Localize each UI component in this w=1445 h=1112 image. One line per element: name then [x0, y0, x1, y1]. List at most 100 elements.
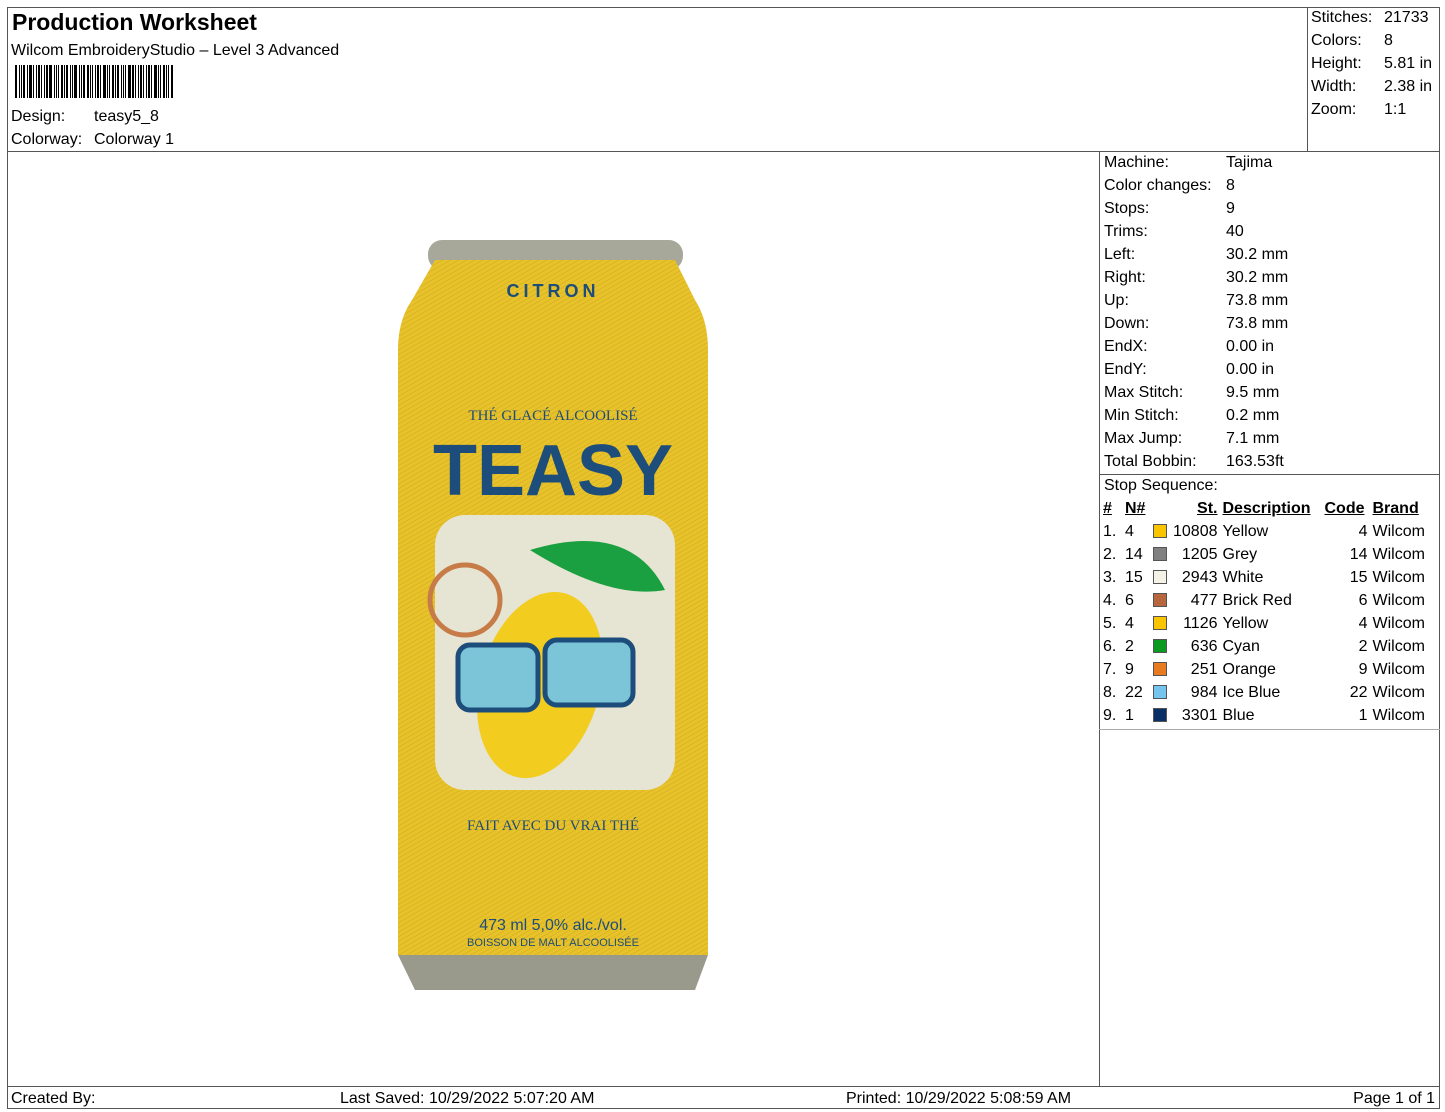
machine-info-row: Min Stitch: 0.2 mm — [1104, 404, 1288, 427]
row-brand: Wilcom — [1372, 683, 1425, 701]
row-needle: 2 — [1125, 637, 1134, 655]
footer-saved: Last Saved: 10/29/2022 5:07:20 AM — [340, 1090, 595, 1107]
table-row: 2. 14 1205 Grey 14 Wilcom — [1103, 543, 1435, 566]
row-num: 8. — [1103, 683, 1117, 701]
machine-info-label: Color changes: — [1104, 177, 1212, 194]
row-description: Grey — [1222, 545, 1258, 563]
machine-info-label: EndY: — [1104, 361, 1147, 378]
machine-info-label: Stops: — [1104, 200, 1150, 217]
machine-info-label: Total Bobbin: — [1104, 453, 1197, 470]
row-brand: Wilcom — [1372, 614, 1425, 632]
row-stitches: 477 — [1190, 591, 1218, 609]
row-needle: 4 — [1125, 522, 1134, 540]
art-citron: CITRON — [507, 281, 600, 301]
color-swatch — [1153, 707, 1167, 722]
art-arc-bottom: FAIT AVEC DU VRAI THÉ — [467, 817, 639, 834]
machine-info-value: 0.2 mm — [1226, 407, 1280, 424]
row-description: Blue — [1222, 706, 1255, 724]
color-swatch — [1153, 615, 1167, 630]
row-needle: 14 — [1125, 545, 1143, 563]
table-row: 1. 4 10808 Yellow 4 Wilcom — [1103, 520, 1435, 543]
summary-value: 1:1 — [1384, 101, 1407, 118]
row-needle: 6 — [1125, 591, 1134, 609]
machine-info-row: Down: 73.8 mm — [1104, 312, 1288, 335]
row-brand: Wilcom — [1372, 660, 1425, 678]
row-needle: 15 — [1125, 568, 1143, 586]
summary-block: Stitches: 21733 Colors: 8 Height: 5.81 in Widt… — [1311, 6, 1432, 121]
machine-info-value: 9.5 mm — [1226, 384, 1280, 401]
row-brand: Wilcom — [1372, 591, 1425, 609]
row-code: 4 — [1358, 522, 1368, 540]
row-num: 6. — [1103, 637, 1117, 655]
art-volume: 473 ml 5,0% alc./vol. — [479, 917, 627, 934]
color-swatch — [1153, 546, 1167, 561]
machine-info-value: 30.2 mm — [1226, 246, 1289, 263]
summary-row: Zoom: 1:1 — [1311, 98, 1432, 121]
can-bottom-rim — [398, 955, 708, 990]
summary-divider — [1307, 7, 1308, 151]
col-swatch — [1153, 497, 1173, 520]
row-code: 4 — [1358, 614, 1368, 632]
col-desc: Description — [1222, 499, 1311, 517]
machine-info-label: Max Stitch: — [1104, 384, 1184, 401]
colorway-value: Colorway 1 — [94, 131, 175, 148]
table-header: # N# St. Description Code Brand — [1103, 497, 1435, 520]
info-panel-divider — [1099, 151, 1100, 1086]
machine-info-value: 73.8 mm — [1226, 315, 1289, 332]
row-brand: Wilcom — [1372, 568, 1425, 586]
summary-label: Zoom: — [1311, 101, 1357, 118]
page-title: Production Worksheet — [12, 9, 257, 35]
col-st: St. — [1197, 499, 1218, 517]
row-needle: 9 — [1125, 660, 1134, 678]
machine-info-row: Up: 73.8 mm — [1104, 289, 1288, 312]
machine-info-label: EndX: — [1104, 338, 1148, 355]
table-row: 4. 6 477 Brick Red 6 Wilcom — [1103, 589, 1435, 612]
machine-info-value: 0.00 in — [1226, 338, 1275, 355]
machine-info-row: Max Stitch: 9.5 mm — [1104, 381, 1288, 404]
machine-info-row: EndY: 0.00 in — [1104, 358, 1288, 381]
art-brand: TEASY — [433, 431, 673, 511]
row-num: 7. — [1103, 660, 1117, 678]
machine-info-row: Max Jump: 7.1 mm — [1104, 427, 1288, 450]
row-num: 4. — [1103, 591, 1117, 609]
row-stitches: 3301 — [1181, 706, 1218, 724]
row-stitches: 1205 — [1181, 545, 1218, 563]
summary-value: 21733 — [1384, 9, 1429, 26]
stop-sequence-table: # N# St. Description Code Brand 1. 4 108… — [1103, 497, 1435, 727]
summary-label: Stitches: — [1311, 9, 1373, 26]
color-swatch — [1153, 592, 1167, 607]
machine-info-value: 0.00 in — [1226, 361, 1275, 378]
machine-info-label: Machine: — [1104, 154, 1169, 171]
row-code: 1 — [1358, 706, 1368, 724]
color-swatch — [1153, 638, 1167, 653]
row-code: 15 — [1349, 568, 1368, 586]
design-row: Design: teasy5_8 Colorway: Colorway 1 — [11, 105, 174, 151]
table-divider — [1099, 729, 1440, 730]
machine-info-value: 73.8 mm — [1226, 292, 1289, 309]
row-description: Yellow — [1222, 614, 1269, 632]
barcode — [15, 65, 195, 98]
machine-info-value: Tajima — [1226, 154, 1273, 171]
col-code: Code — [1324, 499, 1365, 517]
color-swatch — [1153, 569, 1167, 584]
row-description: Orange — [1222, 660, 1276, 678]
machine-info-label: Max Jump: — [1104, 430, 1183, 447]
row-num: 9. — [1103, 706, 1117, 724]
sunglasses-left — [455, 642, 541, 713]
machine-info-label: Min Stitch: — [1104, 407, 1179, 424]
table-row: 8. 22 984 Ice Blue 22 Wilcom — [1103, 681, 1435, 704]
row-stitches: 2943 — [1181, 568, 1218, 586]
summary-label: Height: — [1311, 55, 1362, 72]
machine-info-label: Right: — [1104, 269, 1146, 286]
row-needle: 4 — [1125, 614, 1134, 632]
table-row: 7. 9 251 Orange 9 Wilcom — [1103, 658, 1435, 681]
software-name: Wilcom EmbroideryStudio – Level 3 Advanc… — [11, 42, 340, 59]
machine-info-row: Left: 30.2 mm — [1104, 243, 1288, 266]
row-description: White — [1222, 568, 1264, 586]
sunglasses-right — [542, 637, 636, 708]
colorway-label: Colorway: — [11, 131, 83, 148]
table-row: 6. 2 636 Cyan 2 Wilcom — [1103, 635, 1435, 658]
col-brand: Brand — [1372, 499, 1419, 517]
art-bottom-text: BOISSON DE MALT ALCOOLISÉE — [467, 936, 639, 949]
color-swatch — [1153, 661, 1167, 676]
